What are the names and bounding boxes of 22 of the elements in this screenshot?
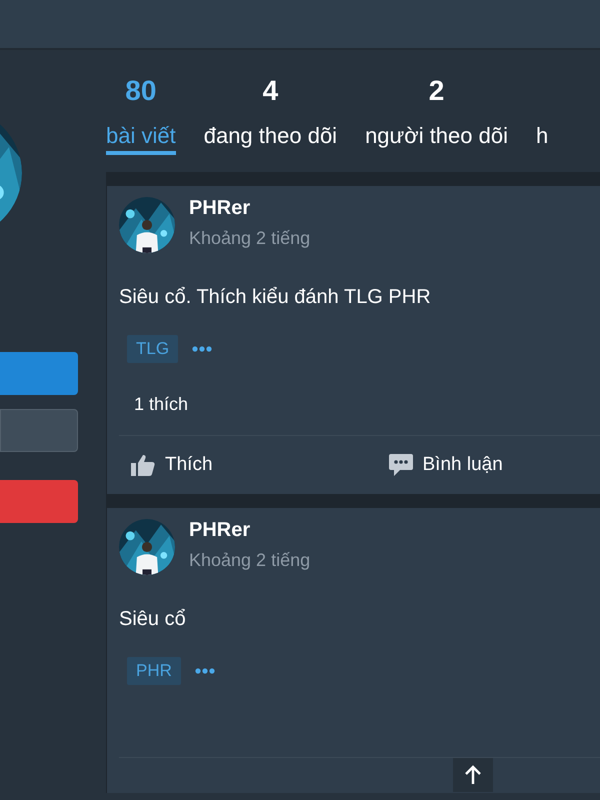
comment-icon: [388, 454, 412, 476]
post-text: Siêu cổ: [119, 607, 187, 631]
stat-count: 80: [125, 74, 156, 108]
post-time: Khoảng 2 tiếng: [189, 549, 310, 572]
post-time: Khoảng 2 tiếng: [189, 227, 310, 250]
like-button[interactable]: Thích: [131, 451, 388, 479]
stat-tab[interactable]: bài viết: [106, 123, 176, 155]
scroll-top-button[interactable]: [453, 758, 493, 792]
stat-tab[interactable]: đang theo dõi: [204, 123, 338, 155]
more-icon[interactable]: [192, 346, 212, 352]
more-icon[interactable]: [194, 668, 215, 674]
post-text: Siêu cổ. Thích kiểu đánh TLG PHR: [119, 285, 432, 309]
like-count: 1 thích: [134, 393, 188, 415]
arrow-up-icon: [464, 765, 482, 785]
author-name[interactable]: PHRer: [189, 518, 310, 542]
author-name[interactable]: PHRer: [189, 196, 310, 220]
comment-button[interactable]: Bình luận: [388, 451, 600, 479]
stat-count: 4: [262, 74, 278, 108]
stat-count: 2: [428, 74, 444, 108]
stat-tab[interactable]: h: [536, 123, 548, 155]
stat-tab[interactable]: người theo dõi: [365, 123, 508, 155]
thumbs-up-icon: [131, 454, 155, 476]
